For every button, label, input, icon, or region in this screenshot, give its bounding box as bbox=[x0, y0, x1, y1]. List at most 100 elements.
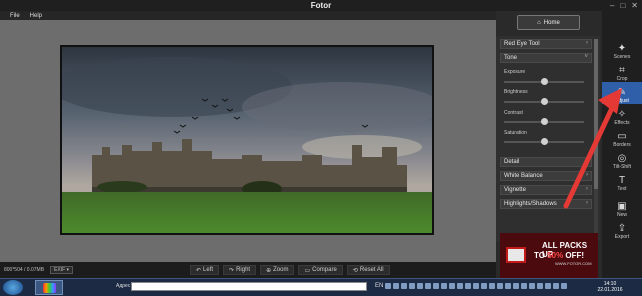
white-balance-row[interactable]: White Balance › bbox=[500, 171, 592, 181]
tray-icon[interactable] bbox=[465, 283, 472, 289]
tray-icon[interactable] bbox=[441, 283, 448, 289]
sidebar-item-new[interactable]: ▣ New bbox=[602, 196, 642, 219]
tray-icon[interactable] bbox=[505, 283, 512, 289]
language-indicator[interactable]: EN bbox=[375, 283, 383, 289]
tray-icon[interactable] bbox=[561, 283, 568, 289]
borders-icon: ▭ bbox=[617, 131, 627, 142]
promo-line2: TO 50% OFF! bbox=[534, 251, 584, 260]
tray-icon[interactable] bbox=[481, 283, 488, 289]
tray-icon[interactable] bbox=[457, 283, 464, 289]
close-button[interactable]: ✕ bbox=[631, 1, 638, 10]
chevron-right-icon: › bbox=[586, 40, 588, 46]
zoom-button[interactable]: ⊕ Zoom bbox=[260, 265, 295, 275]
minimize-button[interactable]: – bbox=[610, 1, 614, 10]
home-button[interactable]: ⌂ Home bbox=[517, 15, 580, 30]
brightness-knob[interactable] bbox=[540, 98, 548, 105]
tray-icon[interactable] bbox=[433, 283, 440, 289]
chevron-right-icon: › bbox=[586, 186, 588, 192]
reset-all-button[interactable]: ⟲ Reset All bbox=[346, 265, 390, 275]
tray-icon[interactable] bbox=[537, 283, 544, 289]
sidebar-item-scenes[interactable]: ✦ Scenes bbox=[602, 38, 642, 61]
text-icon: T bbox=[618, 175, 626, 186]
pencil-icon: ✎ bbox=[617, 87, 627, 98]
vignette-row[interactable]: Vignette › bbox=[500, 185, 592, 195]
promo-banner[interactable]: ALL PACKS UP TO 50% OFF! WWW.FOTOR.COM bbox=[500, 233, 598, 279]
tray-icon[interactable] bbox=[529, 283, 536, 289]
tray-icon[interactable] bbox=[473, 283, 480, 289]
adjust-settings: Red Eye Tool › Tone ˅ Exposure Brightnes… bbox=[496, 36, 600, 241]
tray-icon[interactable] bbox=[409, 283, 416, 289]
sidebar-item-effects[interactable]: ✧ Effects bbox=[602, 104, 642, 127]
castle-photo bbox=[62, 47, 432, 233]
saturation-knob[interactable] bbox=[540, 138, 548, 145]
tray-icon[interactable] bbox=[545, 283, 552, 289]
rotate-left-icon: ↶ bbox=[196, 267, 202, 274]
bottom-toolbar: ↶ Left ↷ Right ⊕ Zoom ▭ Compare ⟲ Reset … bbox=[190, 265, 390, 275]
chevron-down-icon: ˅ bbox=[584, 54, 588, 60]
address-input[interactable] bbox=[131, 282, 367, 291]
tray-icon[interactable] bbox=[513, 283, 520, 289]
tray-icon[interactable] bbox=[497, 283, 504, 289]
exposure-slider[interactable] bbox=[504, 78, 584, 85]
tray-icon[interactable] bbox=[385, 283, 392, 289]
sidebar-item-tilt-shift[interactable]: ◎ Tilt-Shift bbox=[602, 148, 642, 171]
rotate-left-label: Left bbox=[203, 267, 214, 273]
scrollbar-thumb[interactable] bbox=[594, 39, 598, 189]
rotate-right-button[interactable]: ↷ Right bbox=[223, 265, 257, 275]
tone-row[interactable]: Tone ˅ bbox=[500, 53, 592, 63]
compare-icon: ▭ bbox=[304, 267, 311, 274]
highlights-shadows-row[interactable]: Highlights/Shadows › bbox=[500, 199, 592, 209]
red-eye-tool-row[interactable]: Red Eye Tool › bbox=[500, 39, 592, 49]
tray-icon[interactable] bbox=[489, 283, 496, 289]
menu-help[interactable]: Help bbox=[30, 13, 42, 19]
rotate-right-icon: ↷ bbox=[229, 267, 235, 274]
exif-dropdown[interactable]: EXIF ▾ bbox=[50, 266, 74, 274]
sidebar-item-export[interactable]: ⇪ Export bbox=[602, 218, 642, 241]
tray-icon[interactable] bbox=[393, 283, 400, 289]
detail-row[interactable]: Detail › bbox=[500, 157, 592, 167]
tray-icon[interactable] bbox=[417, 283, 424, 289]
saturation-slider[interactable] bbox=[504, 138, 584, 145]
contrast-slider[interactable] bbox=[504, 118, 584, 125]
home-label: Home bbox=[543, 19, 560, 26]
contrast-knob[interactable] bbox=[540, 118, 548, 125]
zoom-icon: ⊕ bbox=[266, 267, 272, 274]
effects-icon: ✧ bbox=[617, 109, 627, 120]
tray-icon[interactable] bbox=[401, 283, 408, 289]
system-clock[interactable]: 14:10 22.01.2016 bbox=[590, 281, 630, 293]
exposure-knob[interactable] bbox=[540, 78, 548, 85]
rotate-left-button[interactable]: ↶ Left bbox=[190, 265, 220, 275]
detail-label: Detail bbox=[504, 159, 520, 165]
menu-file[interactable]: File bbox=[10, 13, 20, 19]
panel-scrollbar[interactable] bbox=[594, 39, 598, 239]
chevron-right-icon: › bbox=[586, 158, 588, 164]
export-label: Export bbox=[614, 234, 630, 240]
white-balance-label: White Balance bbox=[504, 173, 543, 179]
photo-preview[interactable] bbox=[60, 45, 434, 235]
tray-icon[interactable] bbox=[553, 283, 560, 289]
clock-date: 22.01.2016 bbox=[597, 287, 623, 293]
taskbar-fotor-app[interactable] bbox=[35, 280, 63, 295]
new-icon: ▣ bbox=[617, 201, 627, 212]
menu-bar: File Help bbox=[0, 11, 496, 20]
home-icon: ⌂ bbox=[537, 19, 541, 26]
compare-button[interactable]: ▭ Compare bbox=[298, 265, 343, 275]
brightness-slider[interactable] bbox=[504, 98, 584, 105]
tray-icon[interactable] bbox=[449, 283, 456, 289]
right-panel: ⌂ Home Red Eye Tool › Tone ˅ Exposure Br… bbox=[496, 11, 642, 279]
tray-icon[interactable] bbox=[521, 283, 528, 289]
windows-taskbar: Адрес EN 14:10 22.01.2016 bbox=[0, 278, 642, 296]
maximize-button[interactable]: □ bbox=[620, 1, 625, 10]
reset-icon: ⟲ bbox=[352, 267, 358, 274]
sidebar-item-text[interactable]: T Text bbox=[602, 170, 642, 193]
sidebar-item-adjust[interactable]: ✎ Adjust bbox=[602, 82, 642, 104]
sidebar-item-crop[interactable]: ⌗ Crop bbox=[602, 60, 642, 83]
tone-label: Tone bbox=[504, 55, 518, 61]
start-button[interactable] bbox=[3, 280, 23, 295]
exposure-label: Exposure bbox=[504, 69, 526, 75]
brightness-label: Brightness bbox=[504, 89, 528, 95]
sidebar-item-borders[interactable]: ▭ Borders bbox=[602, 126, 642, 149]
vignette-label: Vignette bbox=[504, 187, 526, 193]
export-icon: ⇪ bbox=[617, 223, 627, 234]
tray-icon[interactable] bbox=[425, 283, 432, 289]
